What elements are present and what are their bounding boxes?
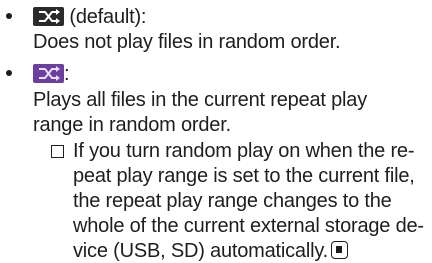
item-heading-suffix: (default): <box>64 6 147 28</box>
item-description-line: range in random order. <box>33 114 231 136</box>
end-of-section-icon <box>331 241 349 259</box>
note-line: whole of the current external storage de… <box>73 215 424 237</box>
item-description-line: Plays all files in the current repeat pl… <box>33 89 367 111</box>
document-page: (default): Does not play files in random… <box>0 0 432 263</box>
note-line: peat play range is set to the current fi… <box>73 165 415 187</box>
note-line: If you turn random play on when the re- <box>73 140 415 162</box>
bullet <box>6 13 12 19</box>
note-line-text: vice (USB, SD) automatically. <box>73 240 329 262</box>
note-line: the repeat play range changes to the <box>73 190 392 212</box>
item-description: Does not play files in random order. <box>33 31 341 53</box>
note-checkbox-icon <box>51 145 64 158</box>
item-heading-random-on: : <box>33 62 70 86</box>
item-heading-default: (default): <box>33 5 146 29</box>
random-off-icon <box>33 7 64 26</box>
note-line-last: vice (USB, SD) automatically. <box>73 239 349 263</box>
bullet <box>6 70 12 76</box>
random-on-icon <box>33 64 64 83</box>
item-heading-suffix: : <box>64 63 70 85</box>
